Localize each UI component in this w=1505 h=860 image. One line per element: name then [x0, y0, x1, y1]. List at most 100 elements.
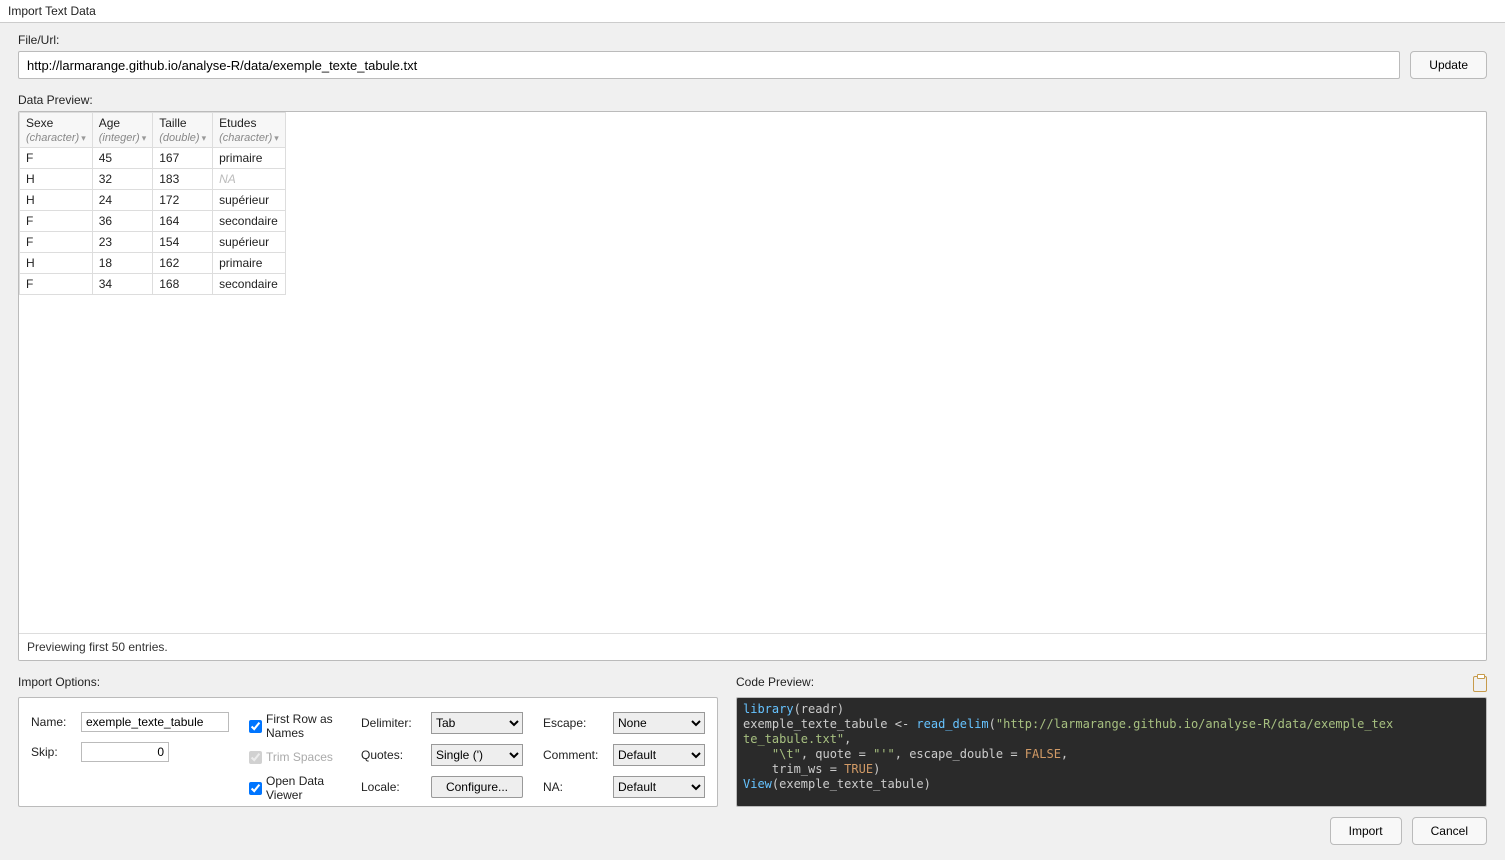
chevron-down-icon[interactable]: ▾ [274, 133, 279, 143]
opt-col-2: First Row as Names Trim Spaces Open Data… [249, 712, 341, 792]
chevron-down-icon[interactable]: ▾ [142, 133, 147, 143]
skip-label: Skip: [31, 745, 75, 759]
code-preview-label: Code Preview: [736, 675, 814, 689]
cell-taille: 172 [153, 190, 213, 211]
cell-sexe: F [20, 148, 93, 169]
cell-sexe: F [20, 274, 93, 295]
copy-clipboard-icon[interactable] [1473, 676, 1487, 692]
cell-etudes: secondaire [213, 211, 286, 232]
window-titlebar: Import Text Data [0, 0, 1505, 23]
quotes-label: Quotes: [361, 748, 425, 762]
column-type: (character) [219, 132, 272, 144]
cell-etudes: secondaire [213, 274, 286, 295]
na-select[interactable]: Default [613, 776, 705, 798]
comment-label: Comment: [543, 748, 607, 762]
file-url-label: File/Url: [18, 33, 1487, 47]
column-type: (integer) [99, 132, 140, 144]
dialog-content: File/Url: Update Data Preview: Sexe (char… [0, 23, 1505, 859]
delimiter-select[interactable]: Tab [431, 712, 523, 734]
quotes-select[interactable]: Single (') [431, 744, 523, 766]
file-url-row: Update [18, 51, 1487, 79]
import-options-panel: Import Options: Name: Skip: [18, 675, 718, 807]
column-type: (double) [159, 132, 199, 144]
cell-age: 36 [92, 211, 153, 232]
footer-buttons: Import Cancel [18, 817, 1487, 845]
cell-age: 45 [92, 148, 153, 169]
column-header[interactable]: Age (integer)▾ [92, 113, 153, 148]
locale-label: Locale: [361, 780, 425, 794]
cell-etudes: supérieur [213, 190, 286, 211]
opt-col-4: Escape: None Comment: Default NA: [543, 712, 705, 792]
table-row: H18162primaire [20, 253, 286, 274]
import-button[interactable]: Import [1330, 817, 1402, 845]
escape-label: Escape: [543, 716, 607, 730]
cell-sexe: F [20, 232, 93, 253]
column-name: Sexe [26, 116, 86, 130]
first-row-check-input[interactable] [249, 720, 262, 733]
trim-spaces-label: Trim Spaces [266, 750, 333, 764]
delimiter-label: Delimiter: [361, 716, 425, 730]
column-header[interactable]: Etudes (character)▾ [213, 113, 286, 148]
cell-age: 18 [92, 253, 153, 274]
cell-age: 23 [92, 232, 153, 253]
cell-taille: 162 [153, 253, 213, 274]
data-preview-label: Data Preview: [18, 93, 1487, 107]
cell-etudes: primaire [213, 148, 286, 169]
chevron-down-icon[interactable]: ▾ [202, 133, 207, 143]
cell-etudes: supérieur [213, 232, 286, 253]
column-name: Age [99, 116, 147, 130]
table-row: F45167primaire [20, 148, 286, 169]
escape-select[interactable]: None [613, 712, 705, 734]
lower-panels: Import Options: Name: Skip: [18, 675, 1487, 807]
cell-etudes: primaire [213, 253, 286, 274]
first-row-label: First Row as Names [266, 712, 341, 740]
table-row: F23154supérieur [20, 232, 286, 253]
column-name: Etudes [219, 116, 279, 130]
cell-sexe: F [20, 211, 93, 232]
chevron-down-icon[interactable]: ▾ [81, 133, 86, 143]
cancel-button[interactable]: Cancel [1412, 817, 1487, 845]
opt-col-1: Name: Skip: [31, 712, 229, 792]
open-viewer-check-input[interactable] [249, 782, 262, 795]
cell-taille: 183 [153, 169, 213, 190]
cell-etudes: NA [213, 169, 286, 190]
column-name: Taille [159, 116, 206, 130]
code-preview-box[interactable]: library(readr) exemple_texte_tabule <- r… [736, 697, 1487, 807]
data-preview-table: Sexe(character)▾Age(integer)▾Taille(doub… [19, 112, 286, 295]
open-viewer-checkbox[interactable]: Open Data Viewer [249, 774, 341, 802]
data-preview-footer: Previewing first 50 entries. [19, 633, 1486, 660]
import-options-label: Import Options: [18, 675, 100, 689]
table-row: H32183NA [20, 169, 286, 190]
code-preview-panel: Code Preview: library(readr) exemple_tex… [736, 675, 1487, 807]
data-preview-scroll[interactable]: Sexe(character)▾Age(integer)▾Taille(doub… [19, 112, 1486, 633]
table-row: F34168secondaire [20, 274, 286, 295]
cell-sexe: H [20, 169, 93, 190]
cell-sexe: H [20, 190, 93, 211]
cell-age: 24 [92, 190, 153, 211]
opt-col-3: Delimiter: Tab Quotes: Single (') Locale… [361, 712, 523, 792]
file-url-input[interactable] [18, 51, 1400, 79]
column-header[interactable]: Sexe (character)▾ [20, 113, 93, 148]
update-button[interactable]: Update [1410, 51, 1487, 79]
open-viewer-label: Open Data Viewer [266, 774, 341, 802]
column-header[interactable]: Taille (double)▾ [153, 113, 213, 148]
locale-configure-button[interactable]: Configure... [431, 776, 523, 798]
cell-taille: 164 [153, 211, 213, 232]
skip-input[interactable] [81, 742, 169, 762]
trim-spaces-check-input [249, 751, 262, 764]
column-type: (character) [26, 132, 79, 144]
table-row: F36164secondaire [20, 211, 286, 232]
cell-taille: 167 [153, 148, 213, 169]
data-preview-box: Sexe(character)▾Age(integer)▾Taille(doub… [18, 111, 1487, 661]
name-label: Name: [31, 715, 75, 729]
cell-sexe: H [20, 253, 93, 274]
cell-taille: 168 [153, 274, 213, 295]
name-input[interactable] [81, 712, 229, 732]
table-row: H24172supérieur [20, 190, 286, 211]
comment-select[interactable]: Default [613, 744, 705, 766]
cell-age: 34 [92, 274, 153, 295]
window-title: Import Text Data [8, 4, 96, 18]
cell-age: 32 [92, 169, 153, 190]
na-label: NA: [543, 780, 607, 794]
first-row-checkbox[interactable]: First Row as Names [249, 712, 341, 740]
